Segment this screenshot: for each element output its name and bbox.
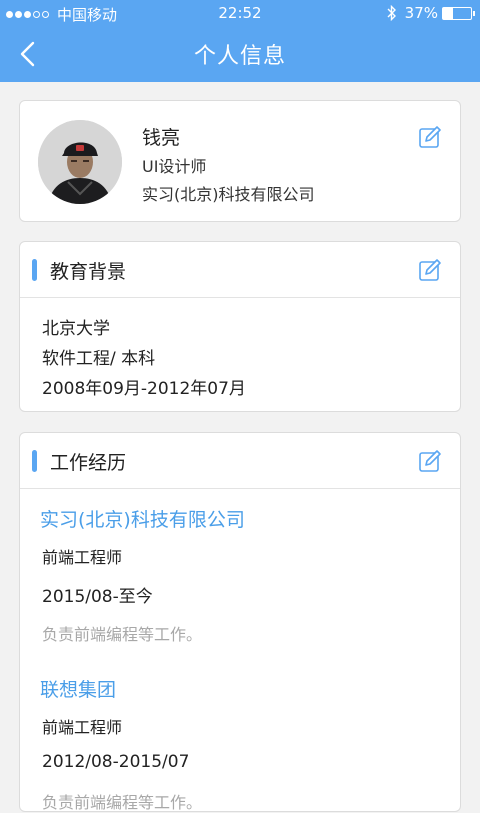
work-edit-button[interactable] (418, 449, 442, 473)
navbar: 个人信息 (0, 26, 480, 82)
education-school: 北京大学 (42, 319, 110, 339)
education-card: 教育背景 北京大学 软件工程/ 本科 2008年09月-2012年07月 (19, 241, 461, 412)
education-title: 教育背景 (50, 261, 127, 283)
education-major: 软件工程/ 本科 (42, 349, 156, 369)
work-description: 负责前端编程等工作。 (42, 625, 203, 644)
battery-level (443, 7, 454, 19)
education-edit-button[interactable] (418, 258, 442, 282)
bluetooth-icon (387, 5, 396, 21)
battery-icon (442, 6, 475, 20)
section-accent-bar (32, 259, 37, 281)
work-card: 工作经历 实习(北京)科技有限公司 前端工程师 2015/08-至今 负责前端编… (19, 432, 461, 812)
work-company: 联想集团 (40, 679, 117, 701)
avatar-photo (38, 120, 122, 204)
edit-icon (419, 450, 441, 472)
work-description: 负责前端编程等工作。 (42, 793, 203, 812)
work-period: 2012/08-2015/07 (42, 752, 190, 772)
work-role: 前端工程师 (42, 548, 123, 567)
profile-name: 钱亮 (142, 127, 181, 149)
profile-company: 实习(北京)科技有限公司 (142, 185, 315, 204)
work-header: 工作经历 (20, 433, 460, 489)
status-right: 37% (387, 4, 475, 22)
education-header: 教育背景 (20, 242, 460, 298)
app-header: 中国移动 22:52 37% 个人信息 (0, 0, 480, 82)
profile-job-title: UI设计师 (142, 157, 207, 176)
profile-edit-button[interactable] (418, 125, 442, 149)
edit-icon (419, 259, 441, 281)
battery-percent: 37% (404, 4, 438, 22)
work-company: 实习(北京)科技有限公司 (40, 509, 245, 531)
section-accent-bar (32, 450, 37, 472)
page-title: 个人信息 (193, 44, 286, 69)
profile-card: 钱亮 UI设计师 实习(北京)科技有限公司 (19, 100, 461, 222)
work-period: 2015/08-至今 (42, 587, 153, 607)
edit-icon (419, 126, 441, 148)
work-role: 前端工程师 (42, 718, 123, 737)
status-bar: 中国移动 22:52 37% (0, 0, 480, 26)
work-title: 工作经历 (50, 452, 127, 474)
education-period: 2008年09月-2012年07月 (42, 379, 246, 399)
avatar[interactable] (38, 120, 122, 204)
